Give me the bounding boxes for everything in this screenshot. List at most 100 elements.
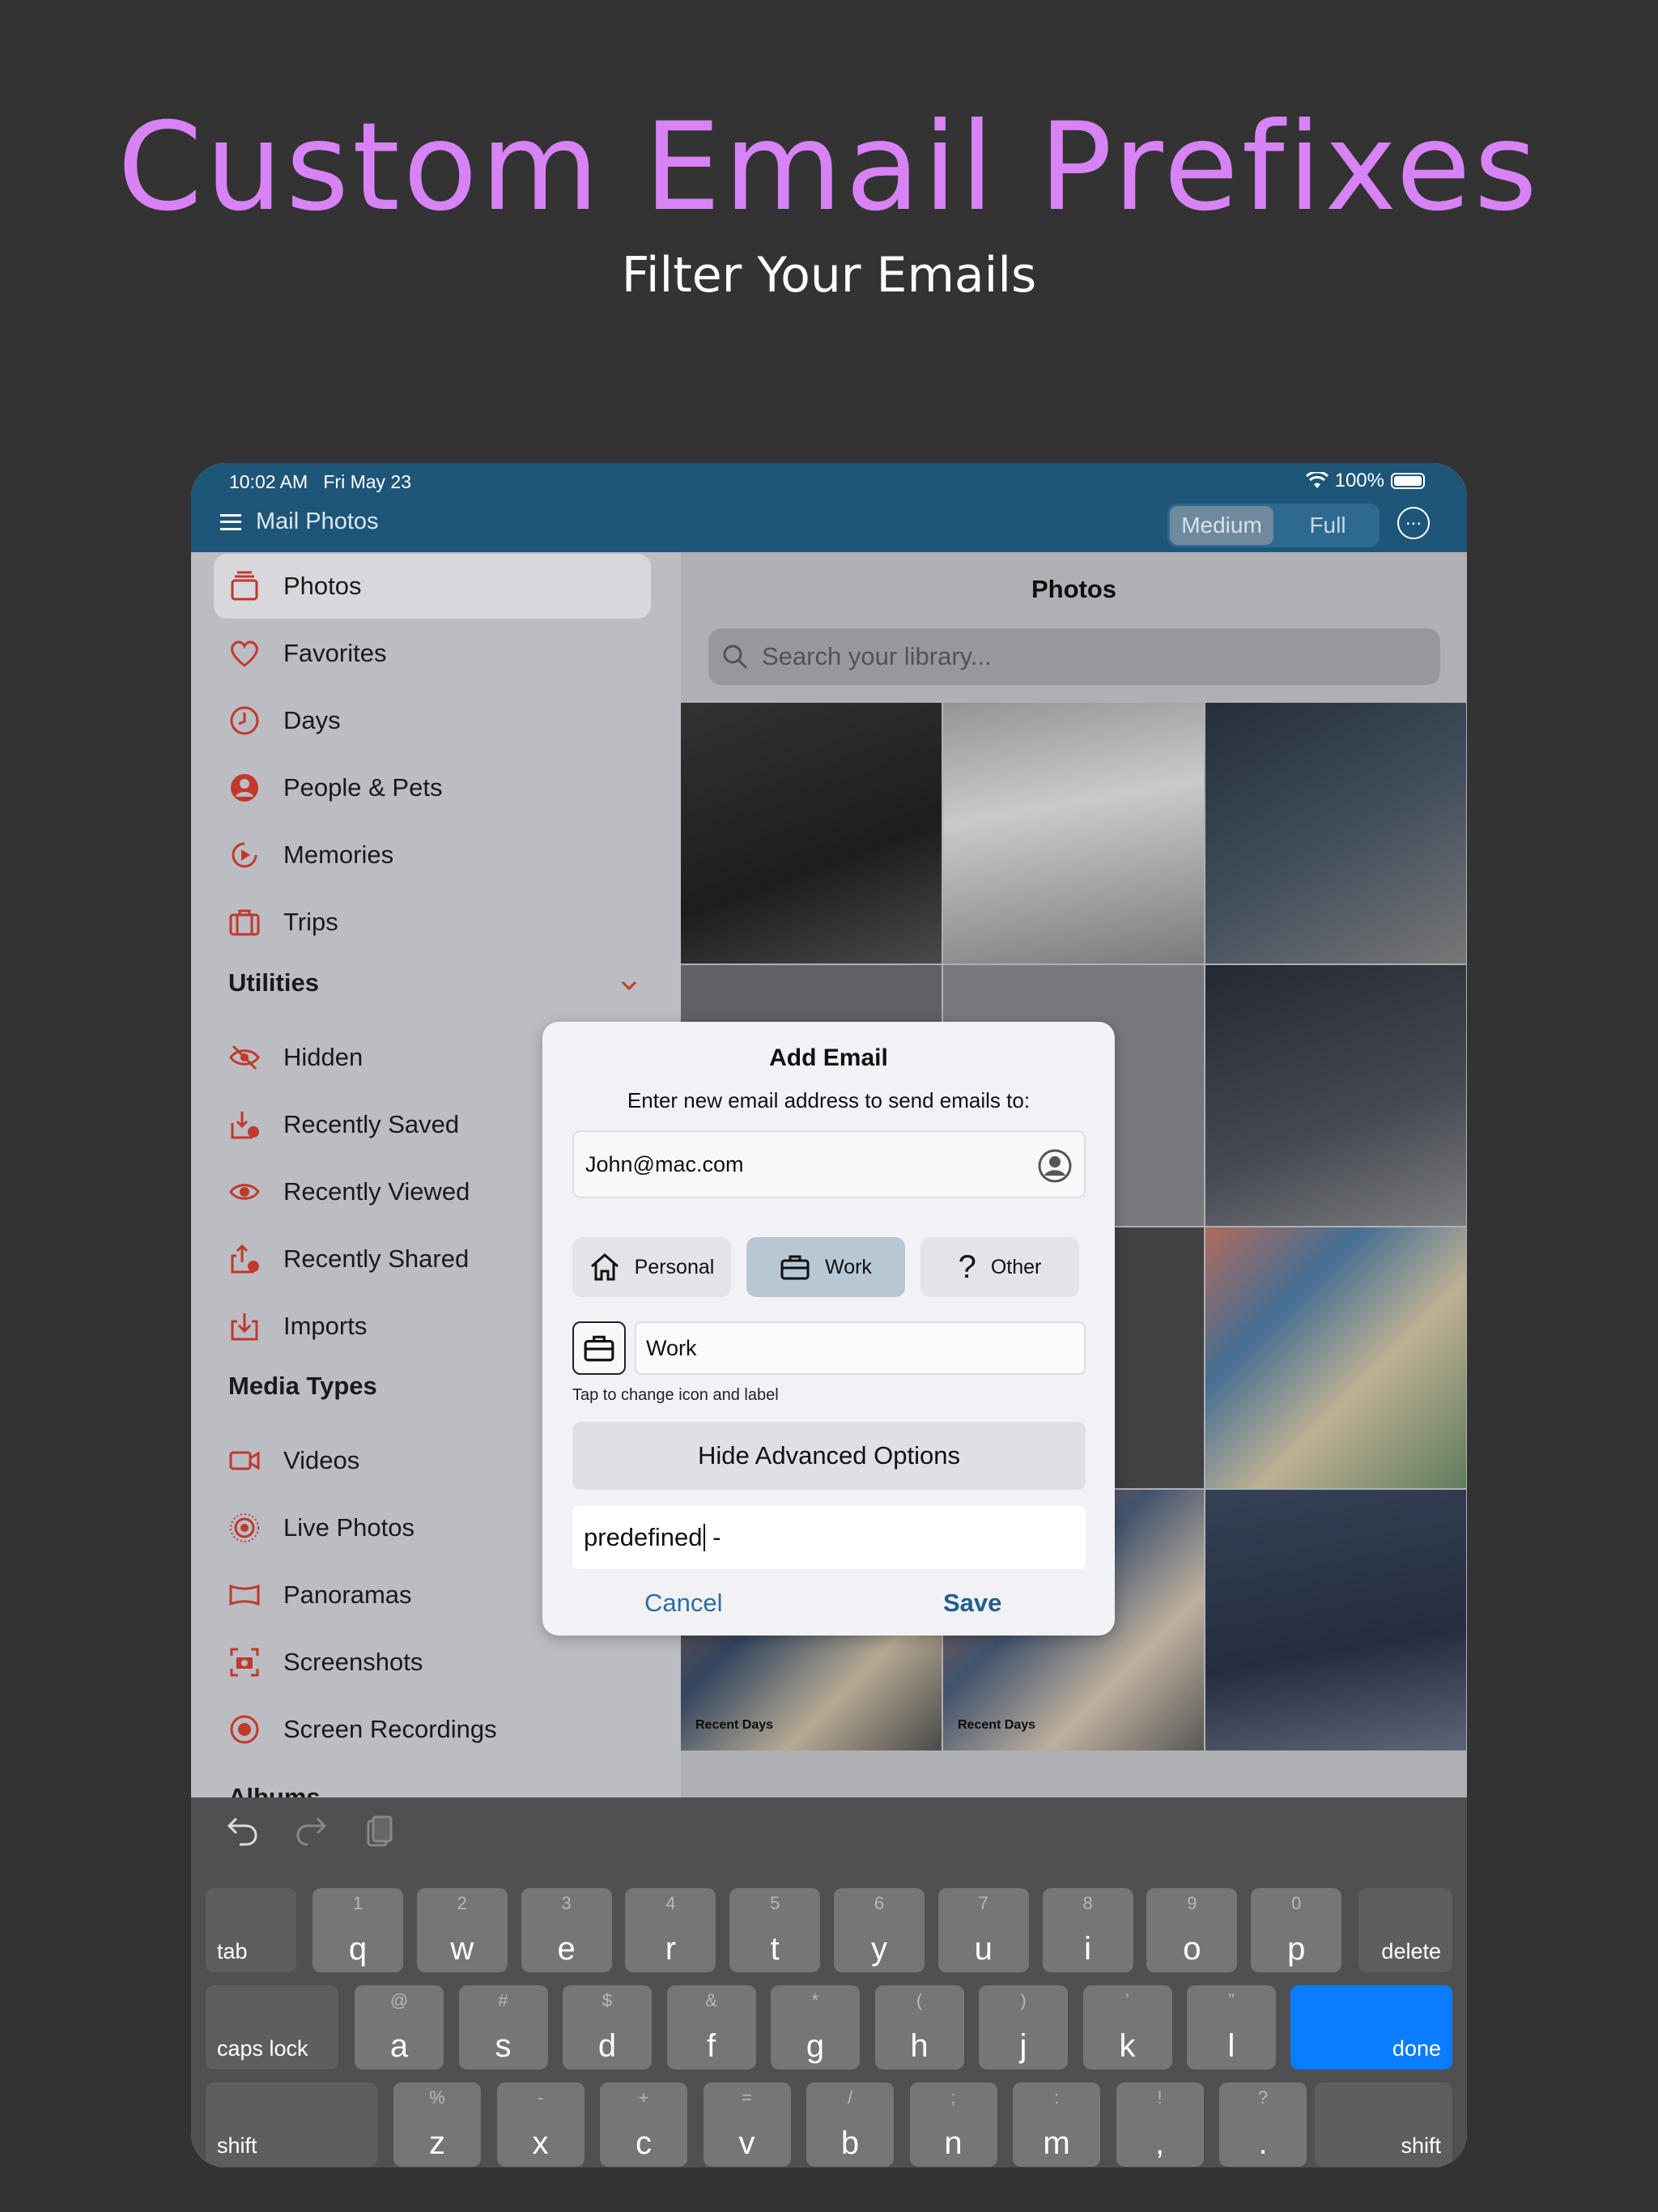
key-char: g [806,2028,825,2064]
key-n[interactable]: ; n [909,2082,997,2167]
tab-key[interactable]: tab [206,1888,296,1972]
contact-picker-icon[interactable] [1037,1148,1073,1184]
key-alt-char: 0 [1291,1893,1302,1913]
key-label: done [1392,2036,1441,2061]
sidebar-item-label: Days [283,706,341,734]
key-x[interactable]: -x [496,2082,585,2167]
key-j[interactable]: ) j [979,1985,1068,2069]
sidebar-item-photos[interactable]: Photos [214,554,651,619]
undo-icon[interactable] [225,1814,261,1849]
key-h[interactable]: (h [874,1985,964,2069]
key-r[interactable]: 4r [625,1888,716,1972]
paste-icon[interactable] [361,1814,397,1849]
person-circle-icon [227,770,262,806]
keyboard: tab 1q2w3e4r5t6y7u8i9o0p delete caps loc… [191,1797,1467,2167]
hide-advanced-button[interactable]: Hide Advanced Options [572,1422,1086,1490]
key-alt-char: 4 [665,1893,676,1913]
type-personal-button[interactable]: Personal [572,1237,731,1297]
key-f[interactable]: & f [666,1985,756,2069]
live-photo-icon [227,1510,262,1546]
key-m[interactable]: :m [1013,2082,1100,2167]
briefcase-icon [584,1335,614,1362]
key-char: , [1154,2125,1165,2161]
sidebar-item-trips[interactable]: Trips [214,890,651,955]
save-button[interactable]: Save [943,1589,1001,1618]
shift-left-key[interactable]: shift [206,2082,377,2167]
key-char: u [974,1931,993,1967]
key-p[interactable]: 0p [1251,1888,1342,1972]
type-label: Work [825,1255,872,1278]
key-c[interactable]: + c [600,2082,687,2167]
key-k[interactable]: ’ k [1082,1985,1172,2069]
key-alt-char: - [537,2087,544,2108]
status-time: 10:02 AM Fri May 23 [229,471,411,493]
label-icon-button[interactable] [572,1321,626,1375]
type-other-button[interactable]: ? Other [920,1237,1079,1297]
heart-icon [227,636,262,671]
key-t[interactable]: 5t [729,1888,821,1972]
sidebar-item-memories[interactable]: Memories [214,823,651,887]
sidebar-item-favorites[interactable]: Favorites [214,621,651,686]
delete-key[interactable]: delete [1358,1888,1452,1972]
section-header-media-types[interactable]: Media Types [228,1372,377,1401]
menu-icon[interactable] [220,513,241,530]
cancel-button[interactable]: Cancel [644,1589,723,1618]
key-char: e [557,1931,576,1967]
key-alt-char: + [638,2087,649,2108]
wifi-icon [1305,472,1329,488]
sidebar-item-screen-recordings[interactable]: Screen Recordings [214,1697,651,1762]
caps-lock-key[interactable]: caps lock [206,1985,338,2069]
key-q[interactable]: 1q [312,1888,403,1972]
sidebar-item-label: Recently Saved [283,1110,460,1138]
key-comma[interactable]: !, [1116,2082,1204,2167]
shift-right-key[interactable]: shift [1315,2082,1452,2167]
key-alt-char: # [498,1990,508,2010]
prefix-text: predefined [584,1523,703,1551]
sidebar-item-people-pets[interactable]: People & Pets [214,755,651,820]
key-char: c [636,2125,652,2161]
label-field[interactable]: Work [635,1321,1086,1375]
email-value: John@mac.com [585,1151,744,1176]
redo-icon[interactable] [293,1814,329,1849]
sidebar-item-days[interactable]: Days [214,688,651,753]
text-caret [703,1524,705,1551]
key-y[interactable]: 6y [834,1888,925,1972]
key-d[interactable]: $ d [563,1985,652,2069]
key-v[interactable]: = v [703,2082,791,2167]
email-field[interactable]: John@mac.com [572,1130,1086,1198]
key-w[interactable]: 2w [416,1888,508,1972]
size-segmented-control[interactable]: Medium Full [1167,504,1380,547]
key-alt-char: ” [1228,1990,1235,2010]
key-char: z [429,2125,445,2161]
key-char: o [1183,1931,1201,1967]
prefix-field[interactable]: predefined - [572,1506,1086,1569]
key-z[interactable]: % z [393,2082,481,2167]
key-e[interactable]: 3e [521,1888,612,1972]
done-key[interactable]: done [1290,1985,1452,2069]
key-l[interactable]: ” l [1187,1985,1276,2069]
record-icon [227,1712,262,1747]
key-alt-char: % [429,2087,445,2108]
key-a[interactable]: @ a [355,1985,444,2069]
segment-full[interactable]: Full [1276,504,1380,547]
key-u[interactable]: 7u [937,1888,1029,1972]
section-header-utilities[interactable]: Utilities [228,968,319,998]
key-alt-char: ! [1157,2087,1163,2108]
status-date: Fri May 23 [323,471,411,492]
chevron-down-icon[interactable] [620,976,638,994]
key-o[interactable]: 9o [1146,1888,1238,1972]
key-g[interactable]: * g [771,1985,860,2069]
sidebar-item-label: Screenshots [283,1648,423,1676]
sidebar-item-screenshots[interactable]: Screenshots [214,1630,651,1695]
key-b[interactable]: / b [806,2082,894,2167]
key-alt-char: = [742,2087,752,2108]
sidebar-item-label: Imports [283,1312,368,1340]
segment-medium[interactable]: Medium [1170,506,1273,545]
more-options-icon[interactable]: ... [1397,507,1430,539]
key-char: j [1019,2028,1027,2064]
key-alt-char: $ [602,1990,613,2010]
key-s[interactable]: # s [458,1985,548,2069]
key-period[interactable]: ?. [1219,2082,1307,2167]
key-i[interactable]: 8i [1042,1888,1133,1972]
type-work-button[interactable]: Work [746,1237,905,1297]
